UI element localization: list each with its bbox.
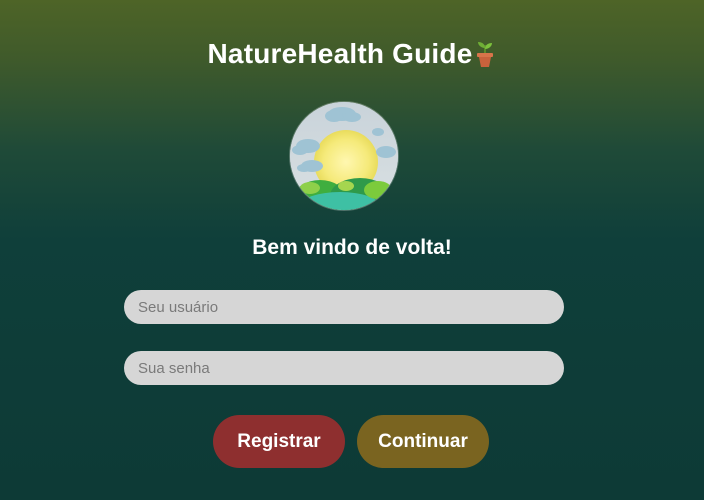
sun-clouds-hills-logo	[290, 102, 398, 210]
register-button[interactable]: Registrar	[213, 415, 345, 468]
username-input[interactable]	[124, 290, 564, 324]
register-button-label: Registrar	[237, 430, 321, 452]
app-header: NatureHealth Guide	[0, 38, 704, 70]
potted-plant-icon	[474, 40, 496, 68]
continue-button[interactable]: Continuar	[357, 415, 489, 468]
welcome-heading: Bem vindo de volta!	[252, 236, 452, 259]
continue-button-label: Continuar	[378, 430, 468, 452]
app-logo	[290, 102, 398, 210]
app-title: NatureHealth Guide	[207, 38, 473, 69]
password-input[interactable]	[124, 351, 564, 385]
